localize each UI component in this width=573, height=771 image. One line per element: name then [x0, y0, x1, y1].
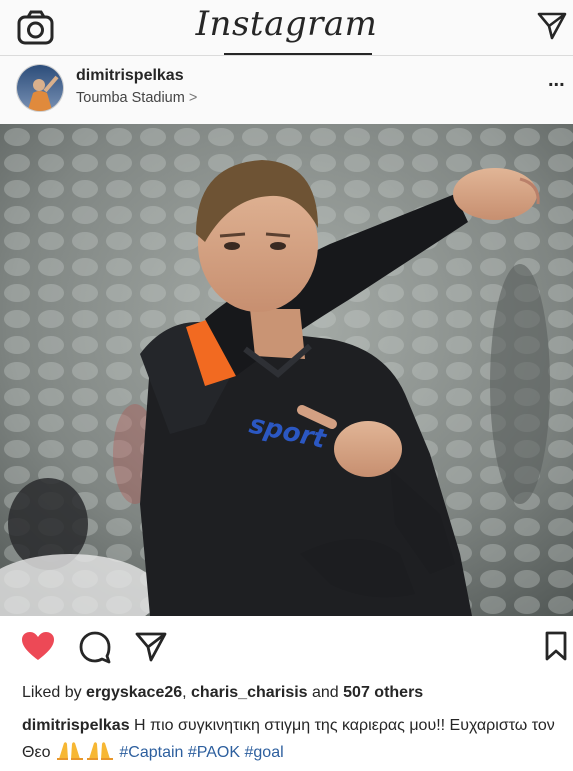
hashtag-link[interactable]: #goal — [245, 744, 284, 761]
liked-separator: , — [182, 684, 192, 701]
comment-icon[interactable] — [78, 630, 112, 669]
top-nav-bar: Instagram — [0, 0, 573, 56]
more-options-icon[interactable]: ... — [548, 70, 565, 90]
location-label: Toumba Stadium — [76, 90, 185, 106]
avatar[interactable] — [16, 64, 64, 112]
praying-hands-icon — [85, 740, 115, 760]
app-logo: Instagram — [195, 4, 378, 44]
post-action-bar — [0, 616, 573, 678]
liked-by-label: Liked by — [22, 684, 87, 701]
heart-icon[interactable] — [20, 630, 56, 667]
liked-user-link[interactable]: ergyskace26 — [86, 684, 182, 701]
share-paper-plane-icon[interactable] — [134, 630, 168, 669]
liked-user-link[interactable]: charis_charisis — [191, 684, 308, 701]
post-photo[interactable]: sport — [0, 124, 573, 616]
post-location[interactable]: Toumba Stadium > — [76, 90, 197, 106]
hashtag-link[interactable]: #PAOK — [188, 744, 240, 761]
chevron-right-icon: > — [188, 90, 198, 106]
post-header: dimitrispelkas Toumba Stadium > ... — [0, 56, 573, 124]
tab-indicator — [224, 53, 372, 55]
likes-summary: Liked by ergyskace26, charis_charisis an… — [22, 684, 423, 702]
caption-username[interactable]: dimitrispelkas — [22, 717, 130, 734]
post-username[interactable]: dimitrispelkas — [76, 67, 184, 85]
liked-others-link[interactable]: 507 others — [343, 684, 423, 701]
paper-plane-icon[interactable] — [536, 10, 568, 42]
liked-and-label: and — [307, 684, 344, 701]
post-caption: dimitrispelkas Η πιο συγκινητικη στιγμη … — [22, 712, 562, 766]
bookmark-icon[interactable] — [544, 630, 568, 667]
hashtag-link[interactable]: #Captain — [119, 744, 183, 761]
praying-hands-icon — [55, 740, 85, 760]
